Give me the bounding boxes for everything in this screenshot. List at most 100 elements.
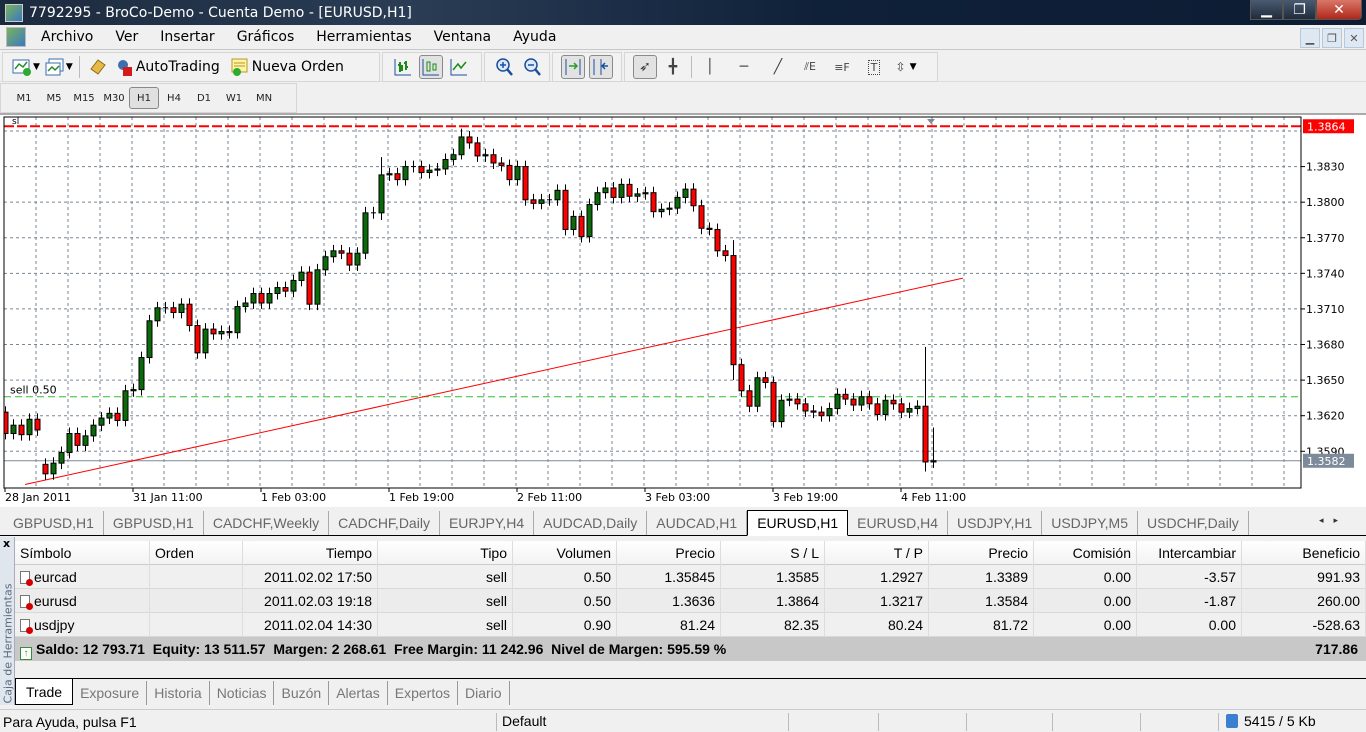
menu-item-1[interactable]: Ver [104,29,149,45]
terminal-tab-historia[interactable]: Historia [147,681,210,705]
horizontal-line-button[interactable]: ─ [732,55,756,79]
menu-item-6[interactable]: Ayuda [502,29,567,45]
column-header[interactable]: S / L [721,541,825,565]
terminal-tab-diario[interactable]: Diario [458,681,510,705]
timeframe-m1[interactable]: M1 [9,87,39,109]
candle [242,297,249,313]
zoom-out-button[interactable] [521,55,545,79]
vertical-line-button[interactable]: │ [698,55,722,79]
chart-tab[interactable]: CADCHF,Weekly [204,511,330,535]
minimize-button[interactable]: ▁ [1250,0,1283,20]
terminal-tab-noticias[interactable]: Noticias [210,681,275,705]
chart-tab[interactable]: GBPUSD,H1 [4,511,104,535]
auto-scroll-button[interactable] [561,55,585,79]
mdi-restore-button[interactable]: ❐ [1322,28,1342,48]
document-icon[interactable] [6,27,26,47]
table-cell: 991.93 [1242,565,1366,589]
timeframe-m5[interactable]: M5 [39,87,69,109]
close-terminal-button[interactable]: x [3,537,10,550]
profiles-button[interactable]: ▼ [44,55,73,79]
line-chart-button[interactable] [447,55,471,79]
candle [402,160,409,186]
symbol-label: eurusd [34,593,77,609]
table-cell: sell [378,565,513,589]
timeframe-h4[interactable]: H4 [159,87,189,109]
candle-body [930,460,937,463]
terminal-tab-alertas[interactable]: Alertas [329,681,388,705]
chart-tab[interactable]: AUDCAD,Daily [534,511,648,535]
window-title: 7792295 - BroCo-Demo - Cuenta Demo - [EU… [29,4,412,21]
bar-chart-button[interactable] [391,55,415,79]
chart-tab[interactable]: GBPUSD,H1 [104,511,204,535]
column-header[interactable]: Precio [617,541,721,565]
chart-tab[interactable]: USDCHF,Daily [1138,511,1249,535]
candle-body [786,398,793,401]
trendline-button[interactable]: ╱ [766,55,790,79]
chart-tab[interactable]: USDJPY,M5 [1042,511,1139,535]
timeframe-m15[interactable]: M15 [69,87,99,109]
zoom-in-button[interactable] [493,55,517,79]
app-icon [5,3,23,22]
chart-tab[interactable]: EURUSD,H4 [848,511,949,535]
candle-body [858,396,865,406]
new-chart-button[interactable]: ▼ [11,55,40,79]
candle [658,203,665,218]
candle-body [658,208,665,213]
equidistant-channel-button[interactable]: ⫽E [798,55,822,79]
candle [218,325,225,340]
chart-tab[interactable]: AUDCAD,H1 [647,511,748,535]
mdi-minimize-button[interactable]: ▁ [1300,28,1320,48]
candlestick-chart-button[interactable] [419,55,443,79]
close-button[interactable]: ✕ [1316,0,1362,20]
table-row[interactable]: usdjpy 2011.02.04 14:30 sell 0.90 81.24 82.35… [15,613,1366,637]
mdi-close-button[interactable]: ✕ [1344,28,1364,48]
crosshair-button[interactable]: ╋ [661,55,685,79]
candle-body [882,399,889,416]
chart-tab[interactable]: USDJPY,H1 [948,511,1043,535]
terminal-tab-exposure[interactable]: Exposure [73,681,148,705]
column-header[interactable]: T / P [825,541,929,565]
column-header[interactable]: Tipo [378,541,513,565]
terminal-tab-trade[interactable]: Trade [15,679,74,705]
candle-body [562,189,569,230]
autotrading-button[interactable]: AutoTrading [114,55,220,79]
column-header[interactable]: Símbolo [15,541,150,565]
chart-tab[interactable]: EURJPY,H4 [440,511,535,535]
table-row[interactable]: eurcad 2011.02.02 17:50 sell 0.50 1.35845 1.3… [15,565,1366,589]
menu-item-5[interactable]: Ventana [423,29,503,45]
column-header[interactable]: Tiempo [243,541,378,565]
column-header[interactable]: Comisión [1034,541,1137,565]
timeframe-h1[interactable]: H1 [129,87,159,109]
terminal-tab-expertos[interactable]: Expertos [388,681,459,705]
menu-item-4[interactable]: Herramientas [305,29,422,45]
market-watch-icon[interactable] [86,55,110,79]
timeframe-d1[interactable]: D1 [189,87,219,109]
column-header[interactable]: Orden [150,541,243,565]
restore-button[interactable]: ❐ [1283,0,1316,20]
column-header[interactable]: Intercambiar [1137,541,1242,565]
cursor-button[interactable]: ➶ [633,55,657,79]
chart-window[interactable]: sell 0.50 sl 1.3830 1.3800 1.3770 1.3740 1.371… [0,113,1366,507]
terminal-tab-buzón[interactable]: Buzón [274,681,330,705]
arrows-button[interactable]: ⇳ ▼ [894,55,918,79]
tab-scroll-arrows[interactable]: ◂▸ [1319,516,1348,526]
timeframe-mn[interactable]: MN [249,87,279,109]
chart-tab[interactable]: EURUSD,H1 [747,510,849,536]
table-row[interactable]: eurusd 2011.02.03 19:18 sell 0.50 1.3636 1.38… [15,589,1366,613]
chart-shift-button[interactable] [589,55,613,79]
price-chart[interactable]: sell 0.50 sl 1.3830 1.3800 1.3770 1.3740 1.371… [0,115,1366,507]
menu-item-0[interactable]: Archivo [30,29,104,45]
chart-tab[interactable]: CADCHF,Daily [329,511,440,535]
column-header[interactable]: Beneficio [1242,541,1366,565]
column-header[interactable]: Precio [929,541,1034,565]
fibonacci-button[interactable]: ≡F [830,55,854,79]
menu-item-2[interactable]: Insertar [149,29,226,45]
text-button[interactable]: T [862,55,886,79]
column-header[interactable]: Volumen [513,541,617,565]
candle [114,407,121,427]
menu-item-3[interactable]: Gráficos [226,29,306,45]
timeframe-m30[interactable]: M30 [99,87,129,109]
timeframe-w1[interactable]: W1 [219,87,249,109]
candle-body [434,168,441,171]
new-order-button[interactable]: Nueva Orden [230,55,344,79]
